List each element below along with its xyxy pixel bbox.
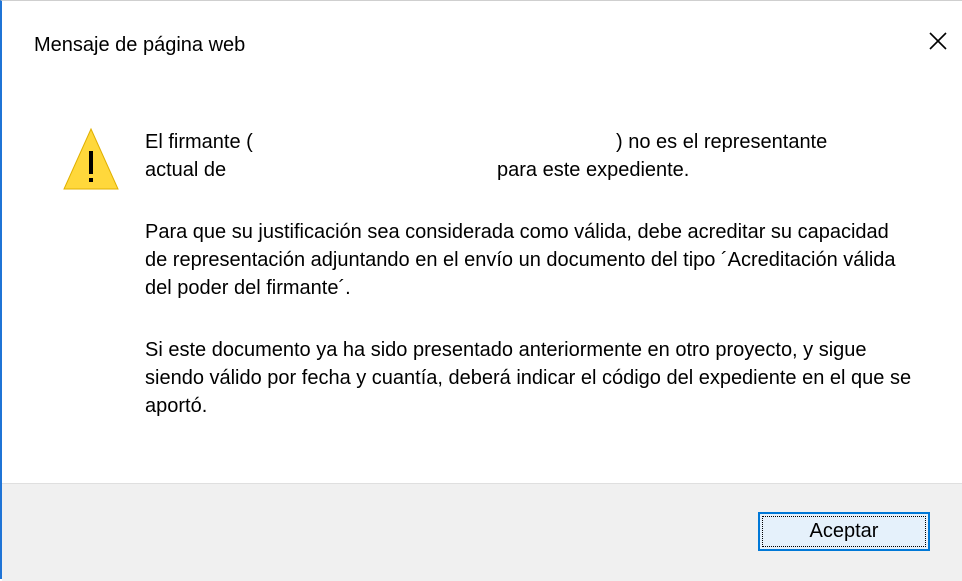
message-dialog: Mensaje de página web El firmante ( ) no… [0,0,962,581]
entity-label: actual de [145,159,227,181]
message-line-1: El firmante ( ) no es el representante [145,128,915,156]
signer-suffix: ) no es el representante [616,131,828,153]
message-line-2: actual de para este expediente. [145,156,915,184]
warning-icon [63,127,119,190]
entity-suffix: para este expediente. [497,159,690,181]
dialog-footer: Aceptar [2,483,962,581]
signer-label: El firmante ( [145,131,253,153]
title-bar: Mensaje de página web [2,1,962,91]
message-paragraph-2: Para que su justificación sea considerad… [145,221,896,299]
close-button[interactable] [920,23,956,59]
message-paragraph-3: Si este documento ya ha sido presentado … [145,339,912,417]
accept-button[interactable]: Aceptar [758,512,930,551]
message-paragraph-1: El firmante ( ) no es el representante a… [145,128,915,184]
message-body: El firmante ( ) no es el representante a… [145,128,915,420]
dialog-title: Mensaje de página web [34,34,246,56]
close-icon [929,32,947,50]
